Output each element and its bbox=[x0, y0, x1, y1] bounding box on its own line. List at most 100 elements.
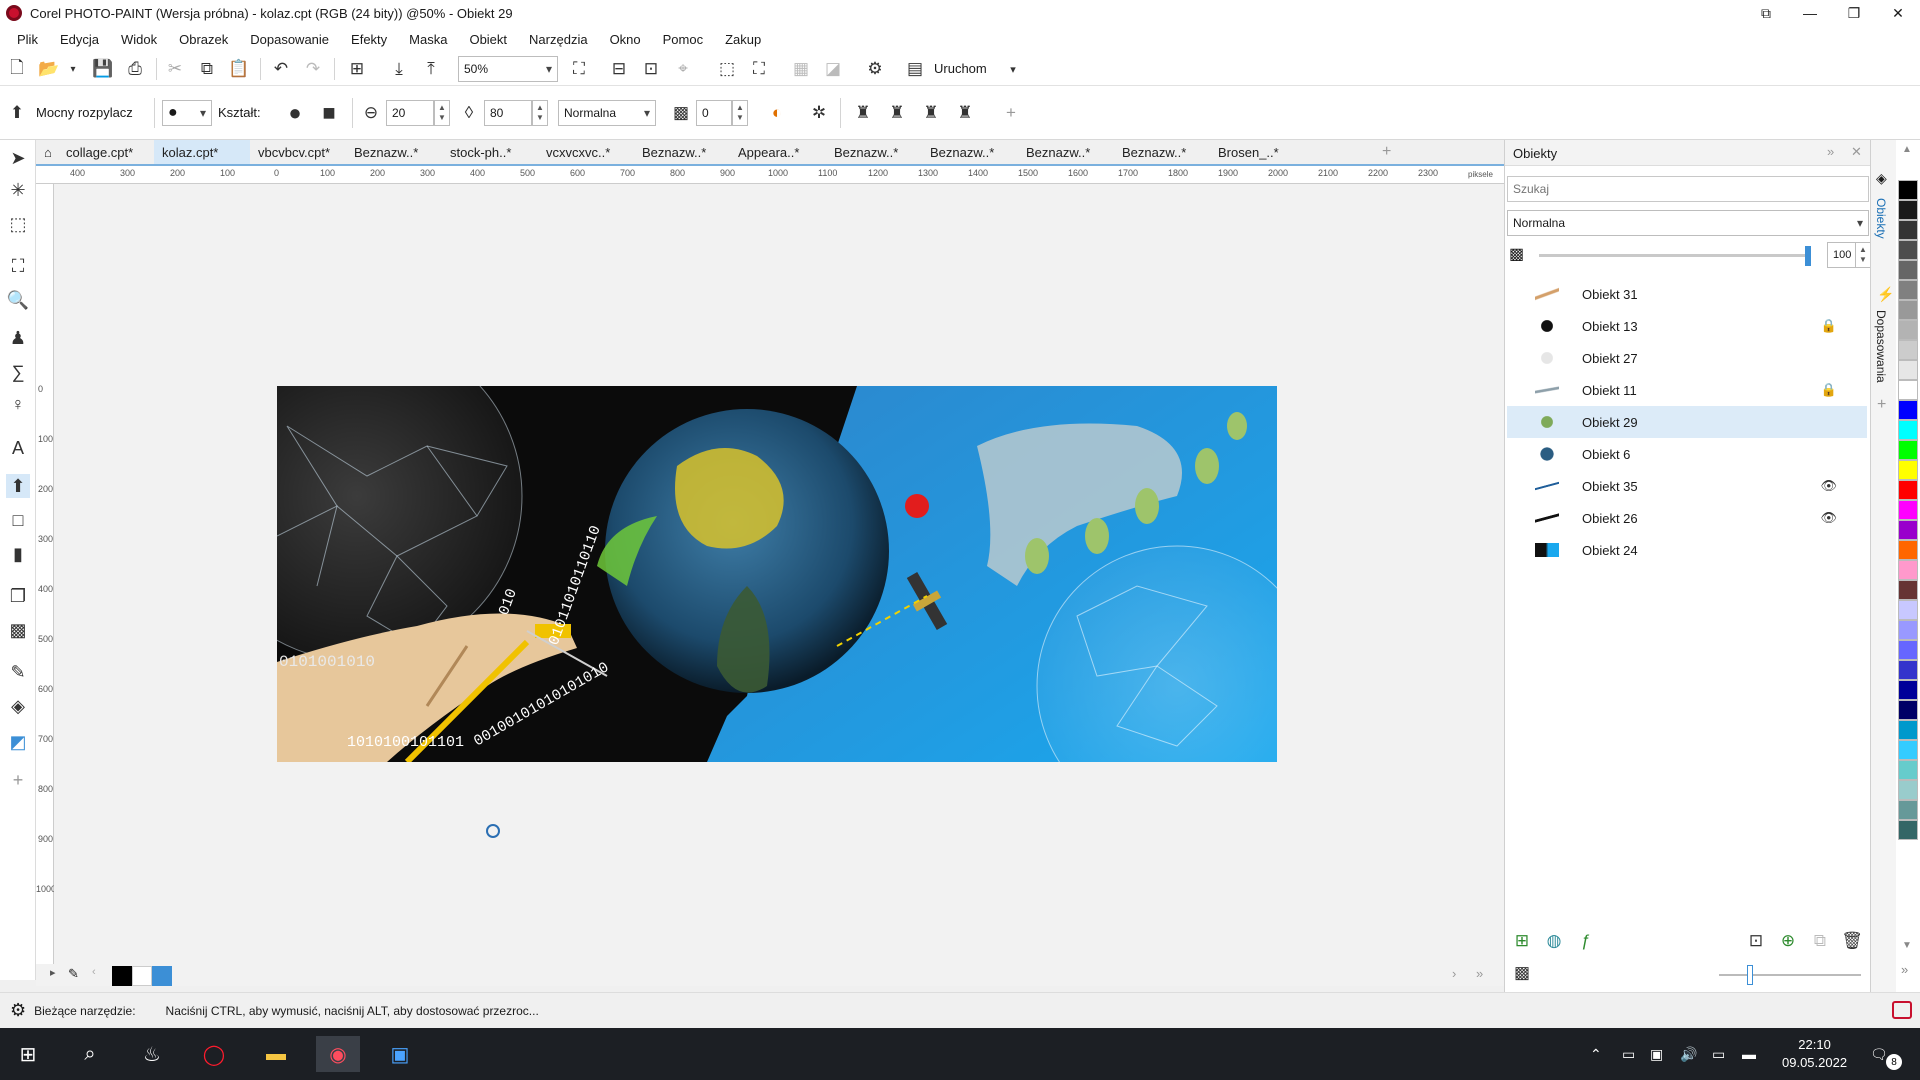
panel-close-icon[interactable]: ✕ bbox=[1851, 144, 1862, 160]
liquid-tool-icon[interactable]: ∑ bbox=[6, 360, 30, 384]
show-objects-icon[interactable]: ▦ bbox=[790, 58, 812, 80]
open-dropdown-icon[interactable]: ▾ bbox=[62, 58, 84, 80]
rulers-icon[interactable]: ⊟ bbox=[608, 58, 630, 80]
tray-display-icon[interactable]: ▣ bbox=[1650, 1028, 1663, 1080]
palette-swatch[interactable] bbox=[1898, 760, 1918, 780]
blend-mode-dropdown[interactable]: Normalna bbox=[558, 100, 656, 126]
menu-mask[interactable]: Maska bbox=[398, 32, 458, 47]
home-tab-icon[interactable]: ⌂ bbox=[36, 140, 56, 164]
combine-objects-icon[interactable]: ⧉ bbox=[1809, 930, 1831, 952]
objects-opacity-spinner[interactable]: ▲ ▼ bbox=[1855, 242, 1871, 268]
spray-brush-tool-icon[interactable]: ⬆ bbox=[6, 474, 30, 498]
palette-swatch[interactable] bbox=[1898, 320, 1918, 340]
rectangle-tool-icon[interactable]: □ bbox=[6, 508, 30, 532]
object-row[interactable]: Obiekt 13 🔒 bbox=[1507, 310, 1867, 342]
minimize-button[interactable]: — bbox=[1788, 0, 1832, 26]
paint-on-mask-icon[interactable]: ◪ bbox=[822, 58, 844, 80]
palette-swatch[interactable] bbox=[1898, 460, 1918, 480]
brush-settings-2-icon[interactable]: ♜ bbox=[886, 102, 908, 124]
nib-picker-dropdown[interactable]: ● bbox=[162, 100, 212, 126]
nib-size-spinner[interactable]: ▲ ▼ bbox=[434, 100, 450, 126]
mask-marquee-icon[interactable]: ⬚ bbox=[716, 58, 738, 80]
zoom-fit-icon[interactable]: ⛶ bbox=[568, 58, 590, 80]
transparency-toggle-icon[interactable]: ▩ bbox=[1511, 962, 1533, 984]
add-setting-icon[interactable]: + bbox=[1000, 102, 1022, 124]
object-row[interactable]: Obiekt 26 👁 bbox=[1507, 502, 1867, 534]
collage-image[interactable]: 0101001010 1010100101101 001001010101010… bbox=[277, 386, 1277, 762]
new-clip-mask-icon[interactable]: ⊕ bbox=[1777, 930, 1799, 952]
tab-collage[interactable]: collage.cpt* bbox=[58, 140, 154, 164]
nib-size-input[interactable]: 20 bbox=[386, 100, 434, 126]
palette-scroll-up-icon[interactable]: ▲ bbox=[1902, 144, 1912, 155]
new-tab-icon[interactable]: + bbox=[1374, 140, 1398, 164]
photos-app-icon[interactable]: ▣ bbox=[378, 1036, 422, 1072]
export-icon[interactable]: ⤒ bbox=[420, 58, 442, 80]
tab-kolaz[interactable]: kolaz.cpt* bbox=[154, 140, 250, 164]
opacity-slider-thumb[interactable] bbox=[1805, 246, 1811, 266]
palette-swatch[interactable] bbox=[1898, 600, 1918, 620]
object-mask-icon[interactable]: ⊡ bbox=[1745, 930, 1767, 952]
close-button[interactable]: ✕ bbox=[1876, 0, 1920, 26]
tray-battery-icon[interactable]: ▬ bbox=[1742, 1028, 1756, 1080]
strip-eyedropper-icon[interactable]: ✎ bbox=[68, 966, 79, 982]
align-icon[interactable]: ⊞ bbox=[346, 58, 368, 80]
delete-object-icon[interactable]: 🗑 bbox=[1841, 930, 1863, 952]
tab-adjustments[interactable]: Dopasowania bbox=[1874, 310, 1888, 383]
palette-swatch[interactable] bbox=[1898, 700, 1918, 720]
tab-beznazw-6[interactable]: Beznazw..* bbox=[1114, 140, 1210, 164]
palette-swatch[interactable] bbox=[1898, 540, 1918, 560]
help-window-icon[interactable]: ⧉ bbox=[1744, 0, 1788, 26]
palette-swatch[interactable] bbox=[1898, 520, 1918, 540]
add-docker-icon[interactable]: + bbox=[1877, 396, 1886, 414]
menu-window[interactable]: Okno bbox=[599, 32, 652, 47]
snap-icon[interactable]: ⌖ bbox=[672, 58, 694, 80]
drop-shadow-tool-icon[interactable]: ❐ bbox=[6, 584, 30, 608]
palette-swatch[interactable] bbox=[1898, 240, 1918, 260]
palette-swatch[interactable] bbox=[1898, 500, 1918, 520]
transparency-spinner[interactable]: ▲ ▼ bbox=[532, 100, 548, 126]
guides-icon[interactable]: ⊡ bbox=[640, 58, 662, 80]
palette-swatch[interactable] bbox=[1898, 640, 1918, 660]
doc-swatch-white[interactable] bbox=[132, 966, 152, 986]
objects-opacity-input[interactable]: 100 bbox=[1827, 242, 1857, 268]
tab-vcxvcxvc[interactable]: vcxvcxvc..* bbox=[538, 140, 634, 164]
tab-appeara[interactable]: Appeara..* bbox=[730, 140, 826, 164]
transparency-input[interactable]: 80 bbox=[484, 100, 532, 126]
strip-left-icon[interactable]: ‹ bbox=[92, 966, 96, 978]
palette-swatch[interactable] bbox=[1898, 580, 1918, 600]
strip-right-icon[interactable]: › bbox=[1452, 966, 1456, 981]
brush-settings-1-icon[interactable]: ♜ bbox=[852, 102, 874, 124]
opacity-slider-track[interactable] bbox=[1539, 246, 1811, 266]
object-row-selected[interactable]: Obiekt 29 bbox=[1507, 406, 1867, 438]
menu-help[interactable]: Pomoc bbox=[652, 32, 714, 47]
tray-chevron-icon[interactable]: ⌃ bbox=[1590, 1028, 1602, 1080]
tab-stock-ph[interactable]: stock-ph..* bbox=[442, 140, 538, 164]
strip-more-icon[interactable]: » bbox=[1476, 966, 1483, 981]
doc-swatch-black[interactable] bbox=[112, 966, 132, 986]
lock-icon[interactable]: 🔒 bbox=[1821, 318, 1837, 334]
opacity-input[interactable]: 0 bbox=[696, 100, 732, 126]
undo-icon[interactable]: ↶ bbox=[270, 58, 292, 80]
palette-swatch[interactable] bbox=[1898, 400, 1918, 420]
object-row[interactable]: Obiekt 6 bbox=[1507, 438, 1867, 470]
palette-swatch[interactable] bbox=[1898, 720, 1918, 740]
thumbnail-size-slider[interactable] bbox=[1719, 965, 1861, 985]
brush-settings-4-icon[interactable]: ♜ bbox=[954, 102, 976, 124]
magic-wand-tool-icon[interactable]: ✳ bbox=[6, 178, 30, 202]
cut-icon[interactable]: ✂ bbox=[164, 58, 186, 80]
menu-buy[interactable]: Zakup bbox=[714, 32, 772, 47]
palette-swatch[interactable] bbox=[1898, 420, 1918, 440]
open-icon[interactable]: 📂 bbox=[38, 58, 60, 80]
options-gear-icon[interactable]: ⚙ bbox=[864, 58, 886, 80]
objects-search-input[interactable] bbox=[1507, 176, 1869, 202]
launch-label[interactable]: Uruchom bbox=[934, 61, 987, 76]
save-icon[interactable]: 💾 bbox=[92, 58, 114, 80]
object-row[interactable]: Obiekt 11 🔒 bbox=[1507, 374, 1867, 406]
square-nib-icon[interactable]: ■ bbox=[318, 100, 340, 125]
zoom-level-dropdown[interactable]: 50% bbox=[458, 56, 558, 82]
notification-center-icon[interactable]: 🗨 bbox=[1870, 1028, 1888, 1080]
palette-scroll-down-icon[interactable]: ▼ bbox=[1902, 940, 1912, 951]
redo-icon[interactable]: ↷ bbox=[302, 58, 324, 80]
file-explorer-icon[interactable]: ▬ bbox=[254, 1036, 298, 1072]
palette-swatch[interactable] bbox=[1898, 660, 1918, 680]
